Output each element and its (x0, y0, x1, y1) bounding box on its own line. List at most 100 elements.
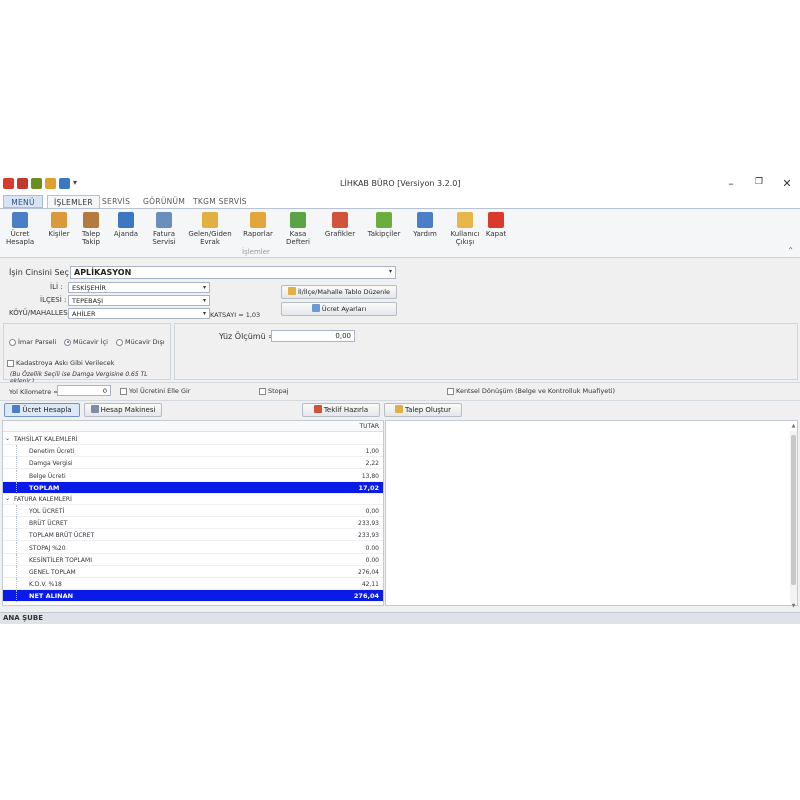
row-value: 0.00 (365, 544, 379, 552)
isin-cinsi-value: APLİKASYON (74, 268, 132, 277)
row-value: 17,02 (358, 483, 379, 492)
kentsel-checkbox[interactable]: Kentsel Dönüşüm (Belge ve Kontrolluk Mua… (447, 387, 615, 395)
fee-grid[interactable]: TUTAR ⌄ TAHSİLAT KALEMLERİ Denetim Ücreti 1… (2, 420, 384, 606)
radio-mucavir-ici[interactable]: Mücavir İçi (64, 338, 108, 346)
person-icon (51, 212, 67, 228)
row-value: 13,80 (361, 472, 379, 480)
options-row: Yol Kilometre = 0 Yol Ücretini Elle Gir … (0, 382, 800, 398)
row-value: 2,22 (365, 460, 379, 468)
hesap-makinesi-button[interactable]: Hesap Makinesi (84, 403, 162, 417)
grid-group-row[interactable]: ⌄ TAHSİLAT KALEMLERİ (3, 433, 383, 445)
users-icon[interactable] (45, 178, 56, 189)
work-selection-panel: İşin Cinsini Seç : APLİKASYON ▾ İLİ : ES… (0, 262, 800, 322)
table-row[interactable]: KESİNTİLER TOPLAMI 0.00 (3, 553, 383, 566)
chevron-down-icon: ▾ (202, 297, 206, 304)
customize-dropdown-icon[interactable]: ▾ (73, 178, 81, 189)
tree-line (16, 445, 17, 458)
tab-islemler[interactable]: İŞLEMLER (47, 195, 100, 208)
stopaj-checkbox[interactable]: Stopaj (259, 387, 289, 395)
ribbon-button-calculator[interactable]: Ücret Hesapla (6, 212, 34, 246)
branch-label: ANA ŞUBE (3, 614, 43, 622)
radio-imar-parseli[interactable]: İmar Parseli (9, 338, 56, 346)
tab-menu[interactable]: MENÜ (3, 195, 43, 208)
row-name: FATURA KALEMLERİ (14, 495, 72, 503)
scroll-up-icon[interactable]: ▲ (790, 423, 797, 429)
koy-select[interactable]: AHİLER ▾ (68, 308, 210, 319)
tablo-duzenle-button[interactable]: İl/İlçe/Mahalle Tablo Düzenle (281, 285, 397, 299)
teklif-hazirla-label: Teklif Hazırla (323, 406, 369, 414)
grid-group-row[interactable]: ⌄ FATURA KALEMLERİ (3, 493, 383, 505)
ribbon-button-pie-chart[interactable]: Grafikler (322, 212, 358, 238)
close-app-icon[interactable] (17, 178, 28, 189)
ribbon-button-calendar[interactable]: Ajanda (112, 212, 140, 238)
stopaj-label: Stopaj (268, 387, 289, 395)
yol-ucret-checkbox[interactable]: Yol Ücretini Elle Gir (120, 387, 190, 395)
table-row[interactable]: TOPLAM BRÜT ÜCRET 233,93 (3, 529, 383, 542)
ilce-select[interactable]: TEPEBAŞI ▾ (68, 295, 210, 306)
ribbon-button-folder[interactable]: Gelen/Giden Evrak (187, 212, 233, 246)
grid-total-row[interactable]: NET ALINAN 276,04 (3, 590, 383, 603)
row-value: 276,04 (358, 569, 379, 576)
yuz-olcumu-input[interactable]: 0,00 (271, 330, 355, 342)
ribbon-button-label: Yardım (413, 230, 437, 238)
ribbon-button-coins[interactable]: Kasa Defteri (284, 212, 312, 246)
collapse-chevron-icon[interactable]: ⌄ (5, 495, 10, 502)
maximize-button[interactable]: ❐ (752, 177, 766, 190)
ribbon-tabs: MENÜ İŞLEMLER SERVİS GÖRÜNÜM TKGM SERVİS (0, 194, 800, 208)
teklif-hazirla-button[interactable]: Teklif Hazırla (302, 403, 380, 417)
ribbon-button-users[interactable]: Takipçiler (364, 212, 404, 238)
ribbon-button-close[interactable]: Kapat (484, 212, 508, 238)
tools-icon[interactable] (31, 178, 42, 189)
ribbon-button-label-2: Servisi (152, 238, 176, 246)
row-value: 0.00 (365, 556, 379, 564)
table-row[interactable]: YOL ÜCRETİ 0,00 (3, 505, 383, 517)
ribbon-collapse-icon[interactable]: ⌃ (787, 246, 794, 255)
kadastro-checkbox[interactable]: Kadastroya Askı Gibi Verilecek (7, 359, 114, 367)
ribbon-button-invoice[interactable]: Fatura Servisi (149, 212, 179, 246)
measurement-panel: Yüz Ölçümü = 0,00 (174, 323, 798, 380)
tab-servis[interactable]: SERVİS (96, 195, 136, 208)
ribbon-button-clipboard[interactable]: Talep Takip (78, 212, 104, 246)
app-logo-icon[interactable] (3, 178, 14, 189)
row-value: 276,04 (353, 592, 379, 601)
table-row[interactable]: BRÜT ÜCRET 233,93 (3, 517, 383, 530)
collapse-chevron-icon[interactable]: ⌄ (5, 435, 10, 442)
close-button[interactable]: ✕ (780, 177, 794, 190)
offer-icon (313, 405, 322, 413)
hesap-makinesi-label: Hesap Makinesi (100, 406, 156, 414)
table-row[interactable]: Damga Vergisi 2,22 (3, 457, 383, 470)
ribbon-button-person[interactable]: Kişiler (46, 212, 72, 238)
tree-line (16, 505, 17, 517)
scrollbar-thumb[interactable] (791, 435, 796, 585)
tab-gorunum[interactable]: GÖRÜNÜM (137, 195, 191, 208)
radio-mucavir-disi[interactable]: Mücavir Dışı (116, 338, 165, 346)
ribbon-button-help[interactable]: Yardım (410, 212, 440, 238)
row-name: K.D.V. %18 (29, 581, 62, 589)
table-row[interactable]: K.D.V. %18 42,11 (3, 578, 383, 591)
ribbon-button-logout[interactable]: Kullanıcı Çıkışı (448, 212, 482, 246)
radio-mucavir-ici-label: Mücavir İçi (73, 338, 108, 346)
isin-cinsi-select[interactable]: APLİKASYON ▾ (70, 266, 396, 279)
minimize-button[interactable]: – (724, 177, 738, 190)
talep-olustur-button[interactable]: Talep Oluştur (384, 403, 462, 417)
calendar-icon (118, 212, 134, 228)
ribbon-button-report[interactable]: Raporlar (241, 212, 275, 238)
window-icon[interactable] (59, 178, 70, 189)
yol-km-input[interactable]: 0 (57, 385, 111, 396)
scroll-down-icon[interactable]: ▼ (790, 603, 797, 609)
radio-imar-label: İmar Parseli (18, 338, 57, 346)
detail-pane: ▲ ▼ (385, 420, 798, 609)
il-select[interactable]: ESKİŞEHİR ▾ (68, 282, 210, 293)
ribbon-button-label: Grafikler (324, 230, 356, 238)
table-row[interactable]: STOPAJ %20 0.00 (3, 541, 383, 554)
table-row[interactable]: GENEL TOPLAM 276,04 (3, 566, 383, 578)
scrollbar[interactable]: ▲ ▼ (790, 423, 797, 609)
tab-tkgm-servis[interactable]: TKGM SERVİS (187, 195, 253, 208)
ucret-hesapla-button[interactable]: Ücret Hesapla (4, 403, 80, 417)
ucret-ayarlari-button[interactable]: Ücret Ayarları (281, 302, 397, 316)
table-row[interactable]: Belge Ücreti 13,80 (3, 469, 383, 482)
tree-line (16, 541, 17, 554)
table-row[interactable]: Denetim Ücreti 1,00 (3, 445, 383, 458)
calculator-icon (90, 405, 99, 413)
close-icon (488, 212, 504, 228)
